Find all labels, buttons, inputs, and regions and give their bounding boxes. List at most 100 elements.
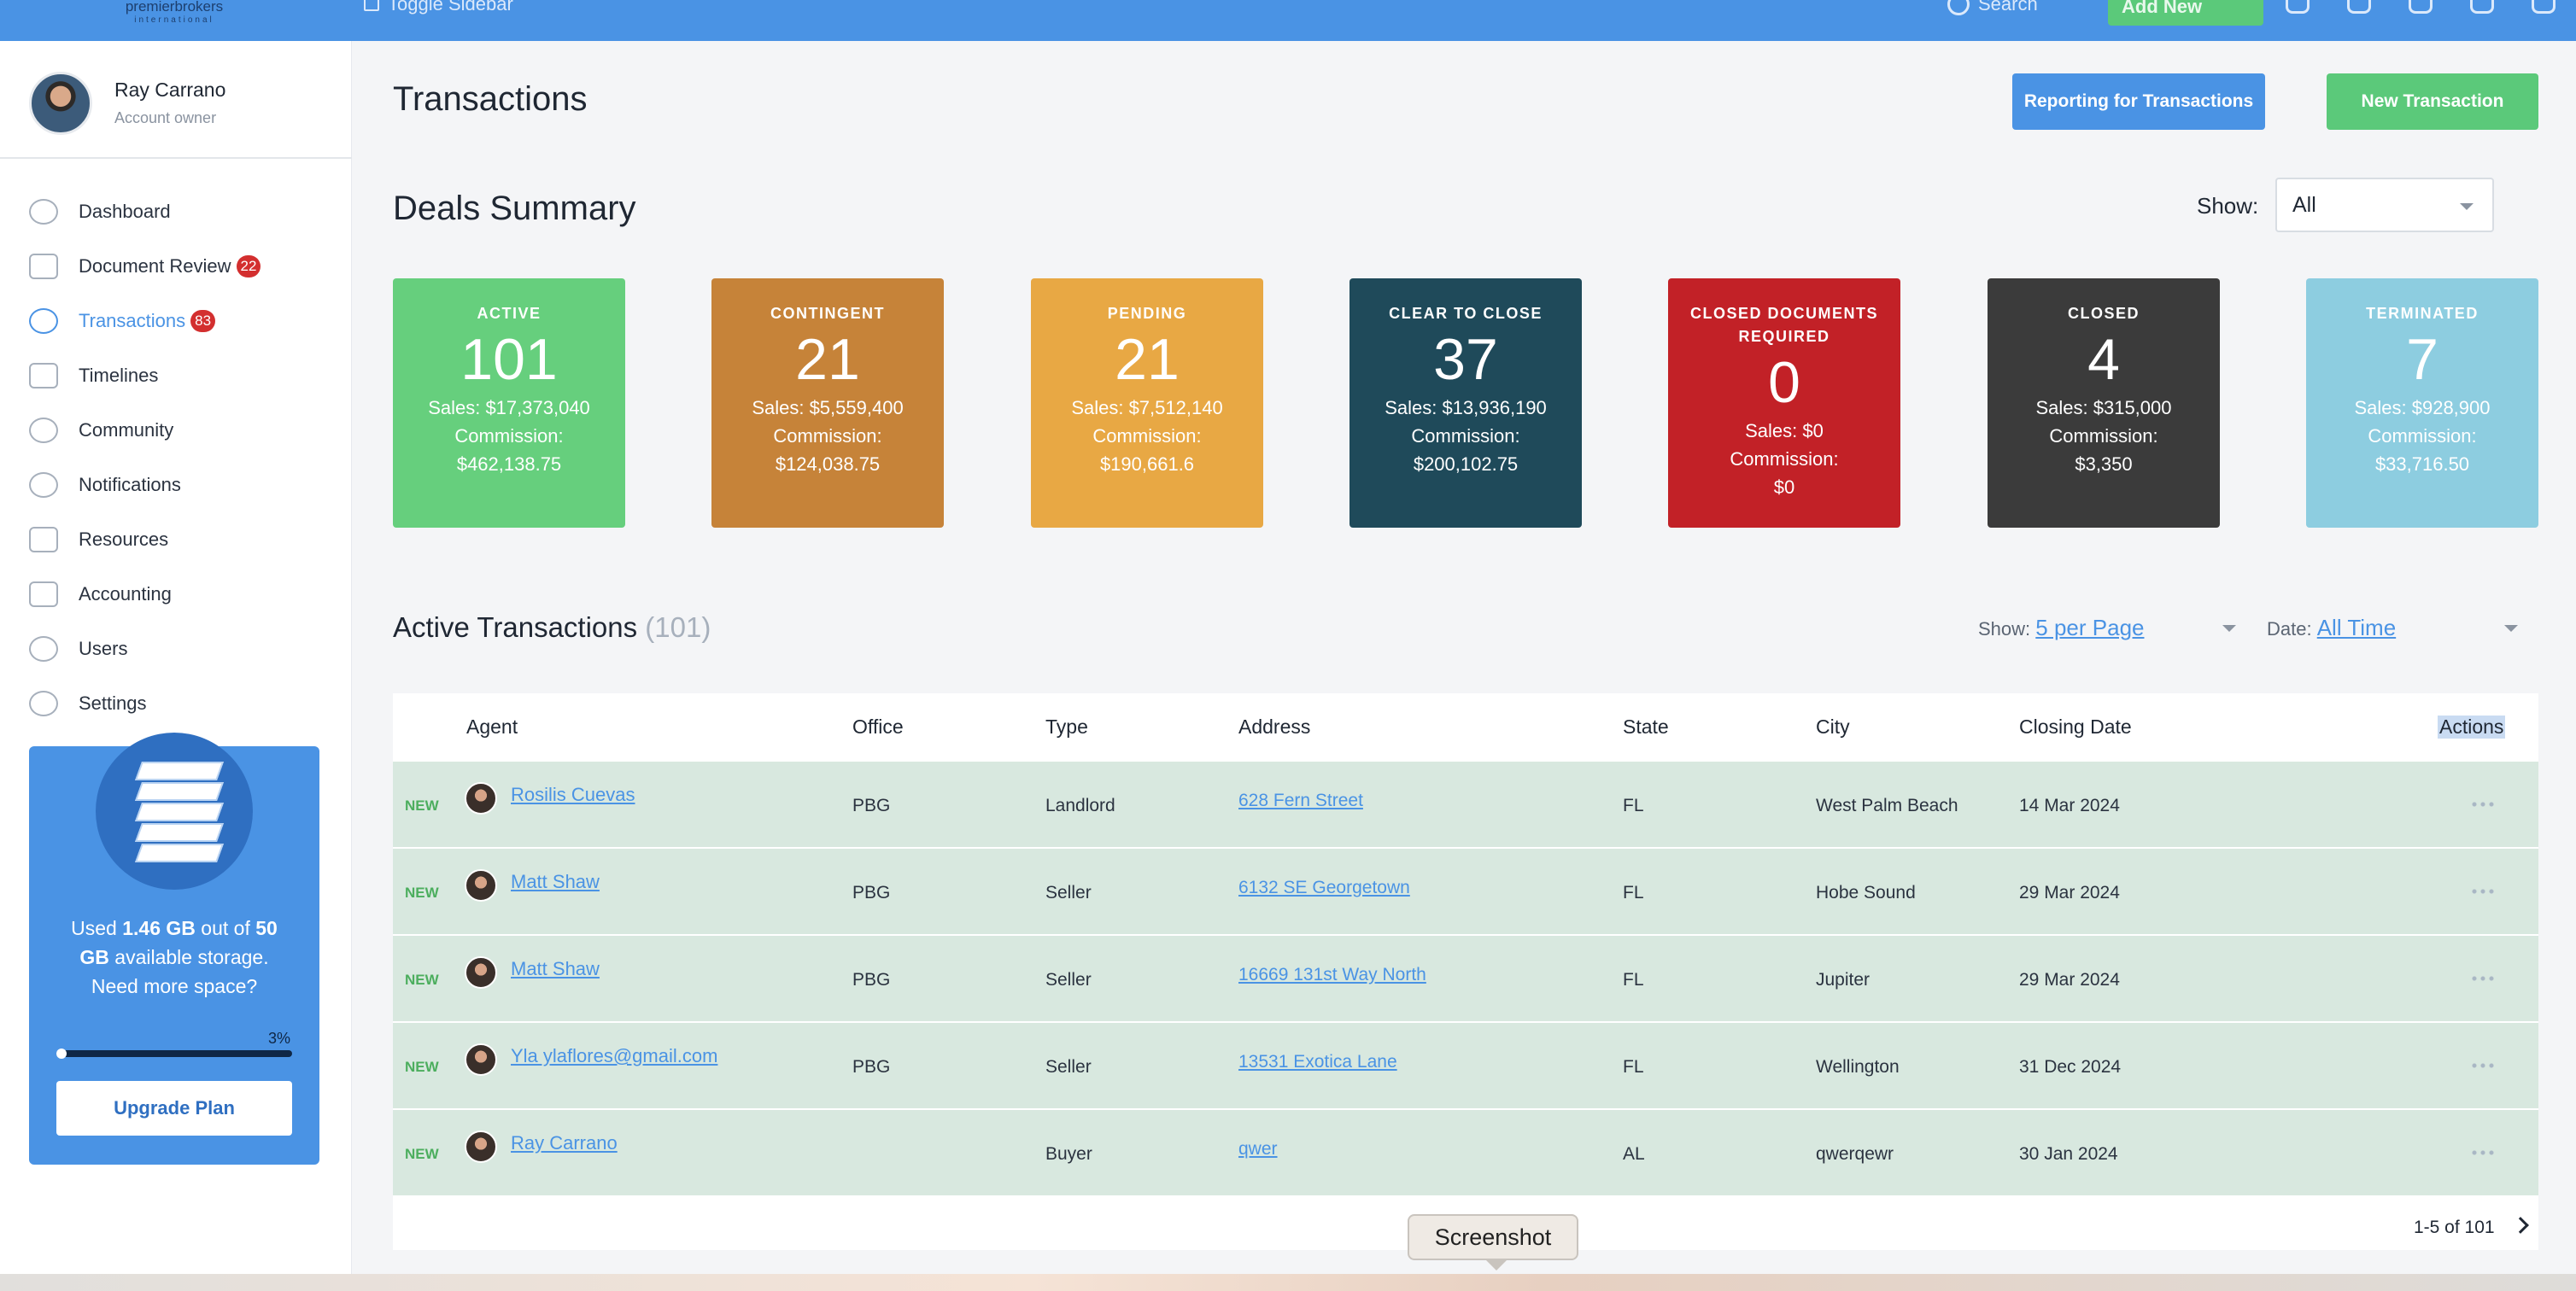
calendar-icon[interactable]: [2409, 0, 2433, 14]
agent-link[interactable]: Matt Shaw: [511, 871, 600, 893]
column-header-state[interactable]: State: [1623, 716, 1669, 739]
upgrade-plan-button[interactable]: Upgrade Plan: [56, 1081, 292, 1136]
storage-prefix: Used: [71, 917, 117, 939]
chevron-right-icon[interactable]: [2512, 1217, 2529, 1234]
search-icon: [1947, 0, 1970, 15]
date-filter[interactable]: Date: All Time: [2267, 615, 2396, 641]
reporting-button[interactable]: Reporting for Transactions: [2012, 73, 2265, 130]
sidebar-item-accounting[interactable]: Accounting: [29, 567, 337, 622]
more-actions-icon[interactable]: [2470, 888, 2496, 895]
sidebar-item-settings[interactable]: Settings: [29, 676, 337, 731]
sidebar-item-dashboard[interactable]: Dashboard: [29, 184, 337, 239]
sidebar-item-users[interactable]: Users: [29, 622, 337, 676]
help-icon[interactable]: [2470, 0, 2494, 14]
table-row[interactable]: NEW Yla ylaflores@gmail.com PBG Seller 1…: [393, 1021, 2538, 1108]
card-sales: Sales: $928,900: [2354, 397, 2491, 418]
card-label: PENDING: [1107, 305, 1187, 322]
show-filter-value: All: [2292, 193, 2316, 217]
column-header-type[interactable]: Type: [1045, 716, 1088, 739]
address-link[interactable]: 628 Fern Street: [1238, 791, 1363, 811]
agent-link[interactable]: Matt Shaw: [511, 958, 600, 980]
type-cell: Buyer: [1045, 1144, 1092, 1164]
summary-card-active[interactable]: ACTIVE 101 Sales: $17,373,040 Commission…: [393, 278, 625, 528]
user-profile[interactable]: Ray Carrano Account owner: [29, 72, 337, 140]
column-header-agent[interactable]: Agent: [466, 716, 518, 739]
sidebar-item-transactions[interactable]: Transactions 83: [29, 294, 337, 348]
document-check-icon: [29, 254, 58, 279]
per-page-value[interactable]: 5 per Page: [2035, 615, 2144, 640]
chevron-down-icon[interactable]: [2222, 625, 2236, 632]
active-count: (101): [645, 611, 711, 643]
agent-link[interactable]: Ray Carrano: [511, 1132, 618, 1154]
more-actions-icon[interactable]: [2470, 975, 2496, 982]
summary-card-closed-documents-required[interactable]: CLOSED DOCUMENTS REQUIRED 0 Sales: $0 Co…: [1668, 278, 1900, 528]
active-title-text: Active Transactions: [393, 611, 638, 643]
summary-card-contingent[interactable]: CONTINGENT 21 Sales: $5,559,400 Commissi…: [711, 278, 944, 528]
avatar: [29, 72, 92, 135]
chevron-down-icon[interactable]: [2504, 625, 2518, 632]
dock-edge: [0, 1274, 2576, 1291]
add-new-button[interactable]: Add New: [2108, 0, 2263, 26]
per-page-filter[interactable]: Show: 5 per Page: [1978, 615, 2145, 641]
dollar-icon: [29, 308, 58, 334]
show-filter-select[interactable]: All: [2275, 178, 2494, 232]
card-commission: $33,716.50: [2374, 453, 2470, 475]
search-button[interactable]: Search: [1947, 0, 2038, 15]
table-row[interactable]: NEW Matt Shaw PBG Seller 6132 SE Georget…: [393, 847, 2538, 934]
sidebar: Ray Carrano Account owner Dashboard Docu…: [0, 41, 352, 1291]
column-header-closing-date[interactable]: Closing Date: [2019, 716, 2132, 739]
pagination-info: 1-5 of 101: [2414, 1218, 2495, 1237]
announcement-icon[interactable]: [2286, 0, 2310, 14]
sidebar-nav: Dashboard Document Review 22 Transaction…: [29, 184, 337, 731]
address-link[interactable]: qwer: [1238, 1139, 1278, 1160]
logout-icon[interactable]: [2532, 0, 2556, 14]
sidebar-item-notifications[interactable]: Notifications: [29, 458, 337, 512]
address-link[interactable]: 16669 131st Way North: [1238, 965, 1426, 985]
type-cell: Seller: [1045, 883, 1092, 903]
sidebar-item-label: Settings: [79, 692, 147, 714]
divider: [0, 157, 352, 159]
sidebar-item-resources[interactable]: Resources: [29, 512, 337, 567]
summary-card-clear-to-close[interactable]: CLEAR TO CLOSE 37 Sales: $13,936,190 Com…: [1349, 278, 1582, 528]
agent-link[interactable]: Rosilis Cuevas: [511, 784, 635, 806]
table-row[interactable]: NEW Ray Carrano Buyer qwer AL qwerqewr 3…: [393, 1108, 2538, 1195]
more-actions-icon[interactable]: [2470, 1149, 2496, 1156]
column-header-city[interactable]: City: [1816, 716, 1850, 739]
card-commission-label: Commission:: [1730, 448, 1839, 470]
summary-card-closed[interactable]: CLOSED 4 Sales: $315,000 Commission: $3,…: [1988, 278, 2220, 528]
status-badge: NEW: [405, 972, 439, 988]
screenshot-tooltip: Screenshot: [1408, 1214, 1578, 1271]
column-header-address[interactable]: Address: [1238, 716, 1310, 739]
summary-card-terminated[interactable]: TERMINATED 7 Sales: $928,900 Commission:…: [2306, 278, 2538, 528]
settings-icon[interactable]: [2347, 0, 2371, 14]
user-role: Account owner: [114, 109, 217, 126]
card-count: 21: [1115, 327, 1180, 392]
city-cell: West Palm Beach: [1816, 796, 1958, 815]
more-actions-icon[interactable]: [2470, 801, 2496, 808]
card-commission: $0: [1773, 476, 1795, 498]
table-row[interactable]: NEW Rosilis Cuevas PBG Landlord 628 Fern…: [393, 760, 2538, 847]
avatar: [465, 956, 497, 989]
address-link[interactable]: 13531 Exotica Lane: [1238, 1052, 1397, 1072]
column-header-office[interactable]: Office: [852, 716, 904, 739]
search-label: Search: [1978, 0, 2038, 15]
sidebar-item-community[interactable]: Community: [29, 403, 337, 458]
people-icon: [29, 418, 58, 443]
count-badge: 22: [236, 255, 261, 277]
date-filter-value[interactable]: All Time: [2317, 615, 2396, 640]
show-filter-label: Show:: [2197, 193, 2259, 219]
logo-text: premierbrokers: [125, 0, 224, 15]
city-cell: Wellington: [1816, 1057, 1900, 1077]
address-link[interactable]: 6132 SE Georgetown: [1238, 878, 1410, 898]
brand-logo[interactable]: premierbrokers international: [121, 0, 227, 26]
table-row[interactable]: NEW Matt Shaw PBG Seller 16669 131st Way…: [393, 934, 2538, 1021]
more-actions-icon[interactable]: [2470, 1062, 2496, 1069]
sidebar-item-timelines[interactable]: Timelines: [29, 348, 337, 403]
summary-card-pending[interactable]: PENDING 21 Sales: $7,512,140 Commission:…: [1031, 278, 1263, 528]
toggle-sidebar-button[interactable]: Toggle Sidebar: [364, 0, 513, 15]
new-transaction-button[interactable]: New Transaction: [2327, 73, 2538, 130]
agent-link[interactable]: Yla ylaflores@gmail.com: [511, 1045, 717, 1067]
office-cell: PBG: [852, 796, 891, 815]
card-commission: $190,661.6: [1099, 453, 1195, 475]
sidebar-item-document-review[interactable]: Document Review 22: [29, 239, 337, 294]
